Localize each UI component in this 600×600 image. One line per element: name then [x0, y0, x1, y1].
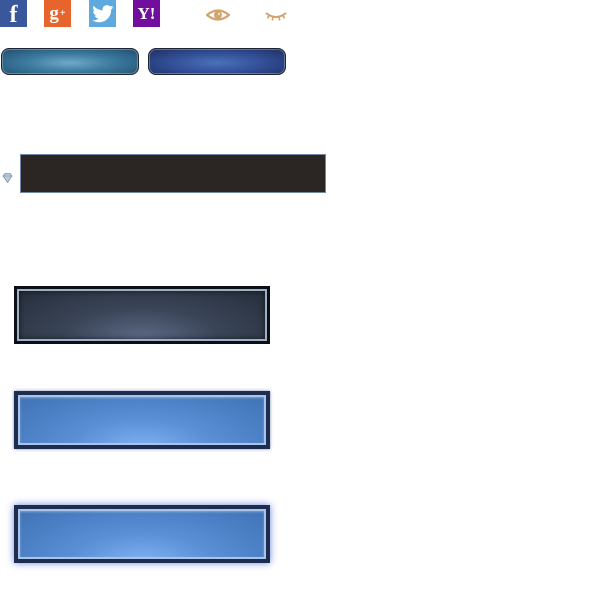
eye-open-icon[interactable]	[205, 6, 231, 24]
blue-frame-button-glow[interactable]	[14, 505, 270, 563]
facebook-glyph: f	[9, 2, 18, 28]
dark-text-field[interactable]	[20, 154, 326, 193]
gem-icon	[2, 170, 13, 184]
blue-frame-button[interactable]	[14, 391, 270, 449]
blue-frame-glow-panel	[18, 509, 266, 559]
google-plus-icon[interactable]: g +	[44, 0, 71, 27]
twitter-icon[interactable]	[89, 0, 116, 27]
yahoo-glyph: Y!	[137, 3, 156, 23]
dark-frame-panel	[17, 289, 267, 341]
google-plus-glyph: g	[49, 2, 59, 24]
dark-frame-button[interactable]	[14, 286, 270, 344]
facebook-icon[interactable]: f	[0, 0, 27, 28]
blue-pill-button[interactable]	[148, 48, 286, 75]
google-plus-sup: +	[59, 8, 66, 19]
twitter-bird-icon	[91, 4, 113, 22]
eye-closed-icon[interactable]	[264, 6, 288, 24]
blue-frame-panel	[18, 395, 266, 445]
teal-pill-button[interactable]	[1, 48, 139, 75]
yahoo-icon[interactable]: Y!	[133, 0, 160, 27]
asset-sheet: f g + Y!	[0, 0, 600, 600]
